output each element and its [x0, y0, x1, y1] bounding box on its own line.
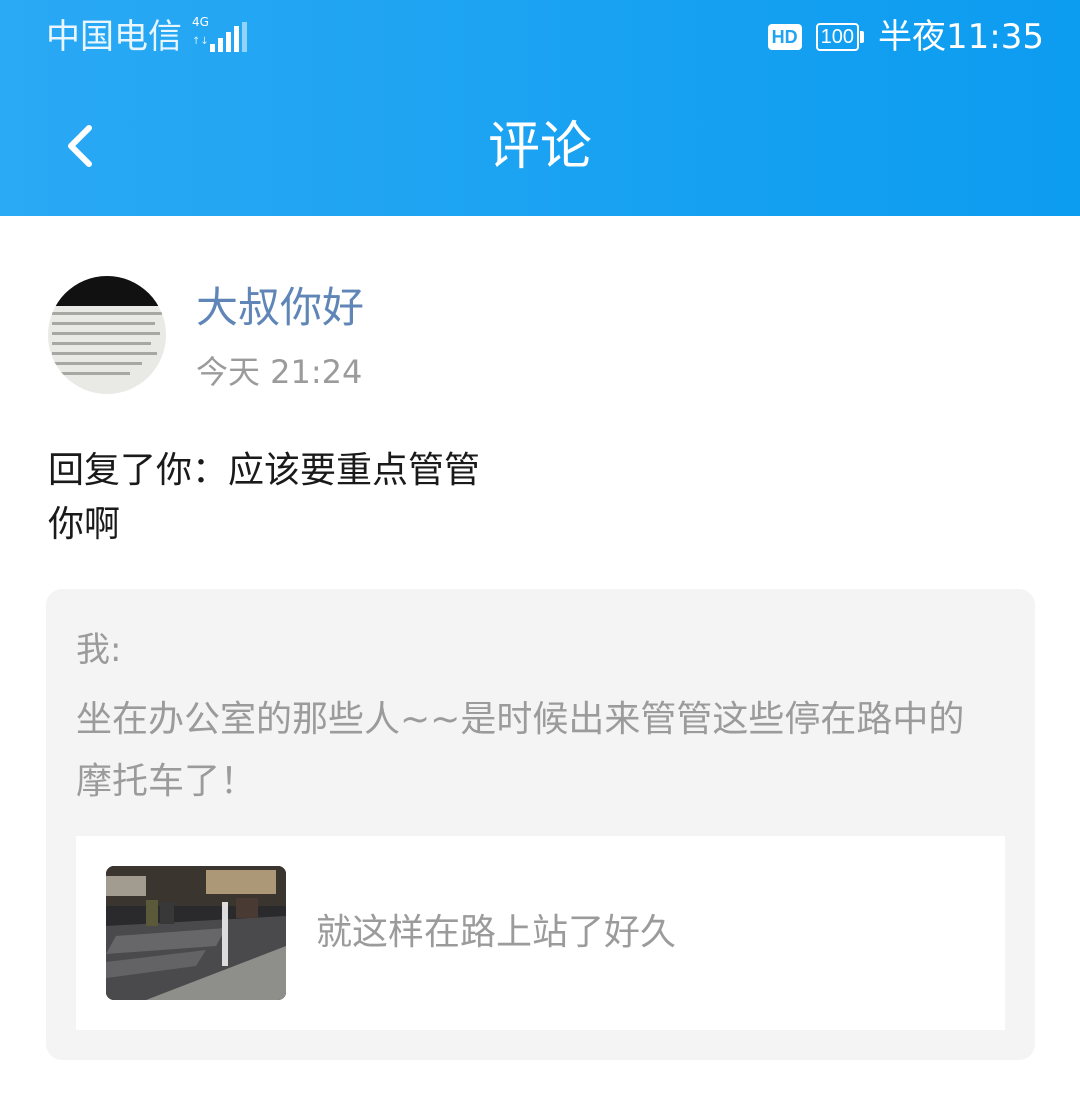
avatar[interactable] [48, 276, 166, 394]
quoted-comment: 我: 坐在办公室的那些人~~是时候出来管管这些停在路中的摩托车了！ 就这样在路上… [46, 589, 1035, 1060]
reply-text: 回复了你：应该要重点管管你啊 [48, 450, 481, 545]
status-clock: 半夜11:35 [878, 17, 1044, 57]
app-header: 中国电信 4G ↑↓ HD 100 半夜11:35 评论 [0, 0, 1080, 216]
quote-author: 我: [76, 630, 122, 670]
battery-level: 100 [815, 23, 860, 51]
status-bar: 中国电信 4G ↑↓ HD 100 半夜11:35 [0, 0, 1080, 76]
linked-post-title: 就这样在路上站了好久 [316, 912, 677, 953]
comment-timestamp: 今天 21:24 [196, 353, 363, 391]
network-type-label: 4G [192, 15, 209, 29]
network-activity-icon: ↑↓ [192, 36, 209, 47]
carrier-name: 中国电信 [46, 17, 182, 57]
linked-post-card[interactable]: 就这样在路上站了好久 [76, 836, 1005, 1030]
signal-strength-icon [210, 22, 247, 52]
signal-indicator: 4G ↑↓ [192, 16, 248, 56]
post-thumbnail [106, 866, 286, 1000]
hd-voice-badge: HD [767, 24, 802, 50]
quote-text: 坐在办公室的那些人~~是时候出来管管这些停在路中的摩托车了！ [76, 699, 965, 802]
page-title: 评论 [487, 117, 592, 177]
status-right-group: HD 100 半夜11:35 [767, 14, 1044, 60]
comment-username[interactable]: 大叔你好 [196, 280, 364, 336]
comment-detail: 大叔你好 今天 21:24 回复了你：应该要重点管管你啊 我: 坐在办公室的那些… [0, 216, 1080, 1094]
battery-icon: 100 [815, 23, 865, 51]
